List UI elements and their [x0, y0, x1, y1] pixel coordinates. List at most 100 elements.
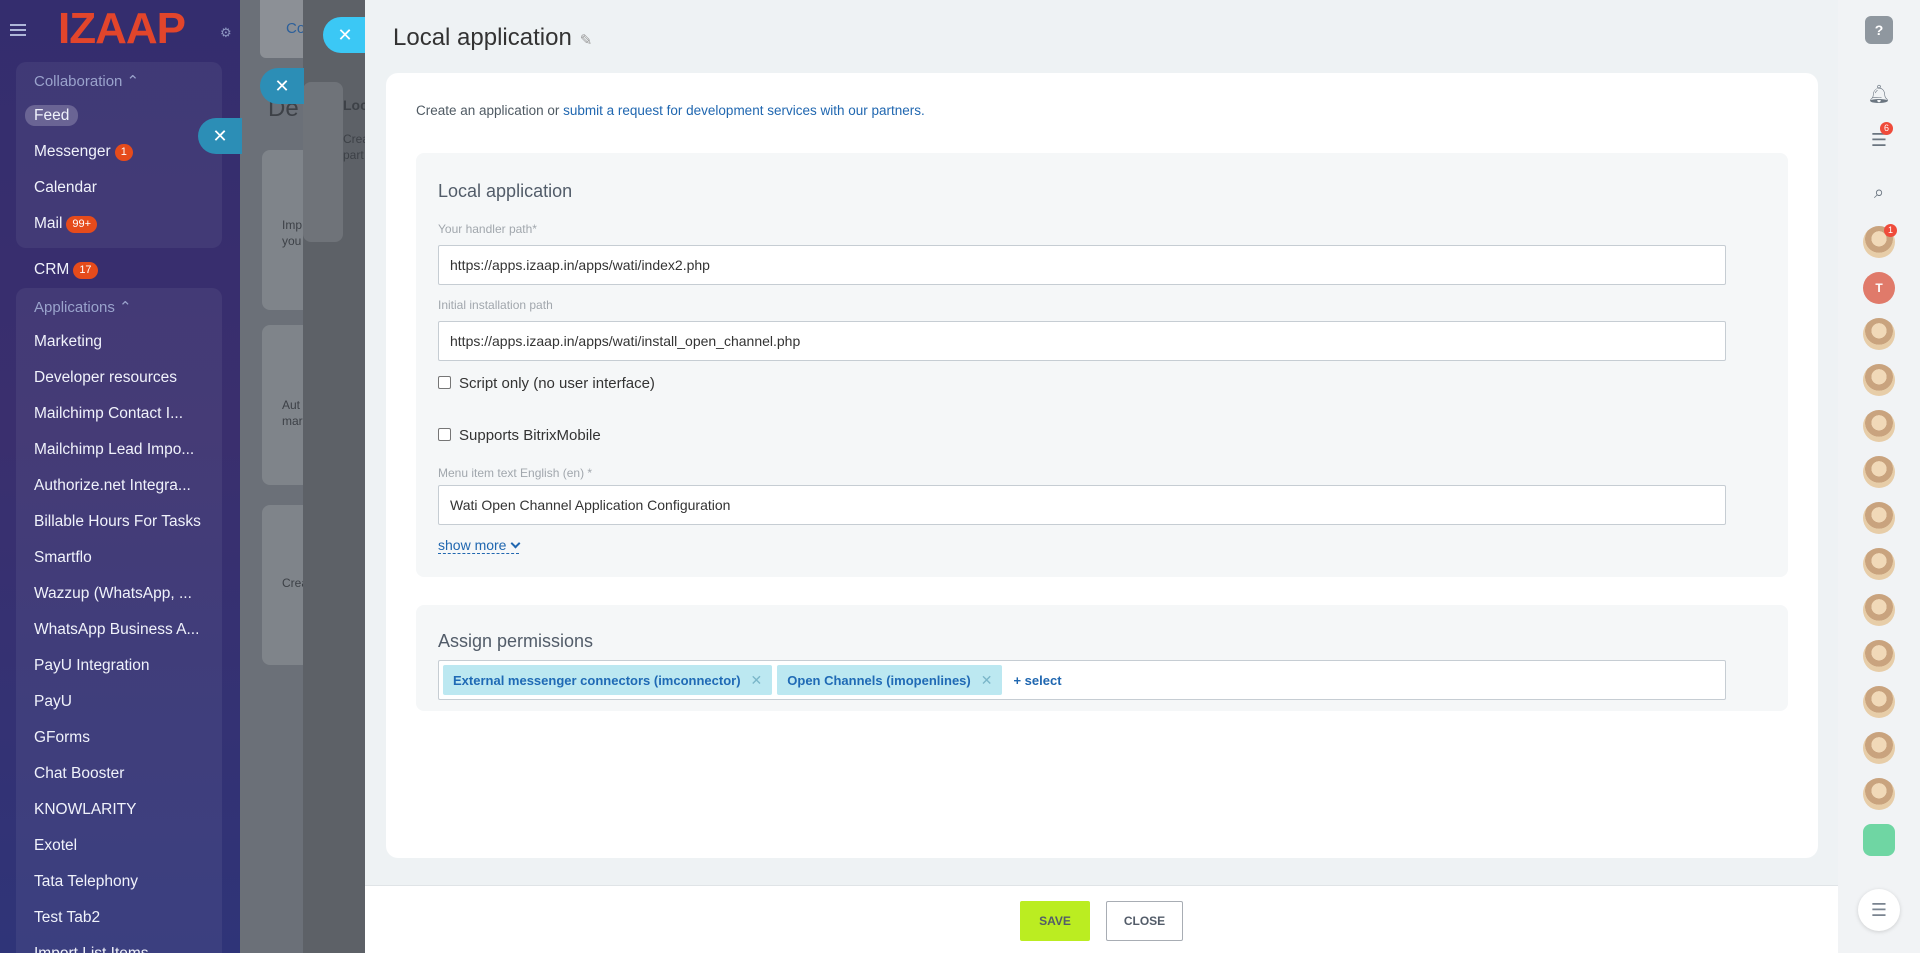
- local-application-panel: Local application ✎ Create an application…: [365, 0, 1838, 953]
- background-card-text: Imp: [282, 218, 303, 232]
- permissions-selector[interactable]: External messenger connectors (imconnect…: [438, 660, 1726, 700]
- panel-content: Create an application or submit a reques…: [386, 73, 1818, 858]
- background-card-text: part: [343, 148, 364, 162]
- show-more-label: show more: [438, 537, 507, 553]
- background-card-text: mar: [282, 414, 303, 428]
- close-icon: ✕: [274, 76, 290, 96]
- sidebar-item-app[interactable]: Mailchimp Contact I...: [16, 396, 222, 432]
- avatar[interactable]: [1863, 732, 1895, 764]
- mail-count-badge: 99+: [66, 216, 98, 233]
- script-only-label: Script only (no user interface): [459, 375, 655, 392]
- sidebar-item-calendar[interactable]: Calendar: [16, 170, 222, 206]
- save-button[interactable]: SAVE: [1020, 901, 1090, 941]
- avatar[interactable]: T: [1863, 272, 1895, 304]
- collaboration-group: Collaboration ⌃ Feed Messenger 1 Calendar…: [16, 62, 222, 248]
- mobile-support-option[interactable]: Supports BitrixMobile: [438, 427, 601, 444]
- sidebar-item-app[interactable]: GForms: [16, 720, 222, 756]
- add-permission-link[interactable]: + select: [1013, 666, 1061, 696]
- permissions-section: Assign permissions External messenger co…: [416, 605, 1788, 711]
- avatar[interactable]: [1863, 456, 1895, 488]
- collaboration-group-title[interactable]: Collaboration ⌃: [16, 68, 222, 98]
- sidebar-item-mail[interactable]: Mail 99+: [16, 206, 222, 242]
- pencil-icon[interactable]: ✎: [580, 31, 593, 49]
- sidebar-header: IZAAP ⚙: [0, 0, 240, 62]
- section-title: Local application: [438, 181, 573, 201]
- mobile-support-checkbox[interactable]: [438, 428, 451, 441]
- script-only-checkbox[interactable]: [438, 376, 451, 389]
- handler-path-label: Your handler path*: [438, 222, 537, 236]
- right-rail: ? 🔔︎ ☰ 6 ⌕ 1 T ☰: [1838, 0, 1920, 953]
- settings-sliders-icon[interactable]: ⚙: [220, 25, 232, 41]
- close-icon: ✕: [337, 25, 353, 45]
- intro-text: Create an application or submit a reques…: [416, 103, 925, 118]
- avatar[interactable]: [1863, 594, 1895, 626]
- avatar[interactable]: [1863, 640, 1895, 672]
- sidebar-item-app[interactable]: Authorize.net Integra...: [16, 468, 222, 504]
- sidebar-item-app[interactable]: Exotel: [16, 828, 222, 864]
- background-slider-edge: Loc Crea part: [303, 0, 369, 953]
- avatar-badge: 1: [1884, 224, 1897, 237]
- sidebar-item-app[interactable]: Tata Telephony: [16, 864, 222, 900]
- search-icon[interactable]: ⌕: [1863, 176, 1895, 208]
- sidebar-item-app[interactable]: PayU: [16, 684, 222, 720]
- group-chat-icon[interactable]: [1863, 824, 1895, 856]
- close-slider-button[interactable]: ✕: [323, 17, 367, 53]
- permission-tag: External messenger connectors (imconnect…: [443, 665, 773, 695]
- script-only-option[interactable]: Script only (no user interface): [438, 375, 655, 392]
- close-button[interactable]: CLOSE: [1106, 901, 1183, 941]
- close-slider-button[interactable]: ✕: [198, 118, 242, 154]
- avatar[interactable]: [1863, 686, 1895, 718]
- menu-text-label: Menu item text English (en) *: [438, 466, 593, 480]
- help-icon[interactable]: ?: [1865, 16, 1893, 44]
- background-card-text: Aut: [282, 398, 301, 412]
- remove-tag-icon[interactable]: ✕: [751, 672, 763, 688]
- panel-footer: SAVE CLOSE: [365, 885, 1838, 953]
- sidebar-item-app[interactable]: KNOWLARITY: [16, 792, 222, 828]
- sidebar-item-label: Mail: [34, 215, 63, 232]
- sidebar-item-app[interactable]: Billable Hours For Tasks: [16, 504, 222, 540]
- chevron-down-icon: [511, 538, 521, 549]
- bell-icon[interactable]: 🔔︎: [1863, 78, 1895, 110]
- panel-title: Local application ✎: [393, 24, 592, 52]
- sidebar-item-app[interactable]: Import List Items: [16, 936, 222, 953]
- sidebar-item-label: CRM: [34, 261, 70, 278]
- crm-count-badge: 17: [73, 262, 98, 279]
- sidebar-item-app[interactable]: Developer resources: [16, 360, 222, 396]
- permissions-title: Assign permissions: [438, 631, 594, 651]
- chat-count-badge: 6: [1880, 122, 1893, 135]
- avatar[interactable]: [1863, 502, 1895, 534]
- messenger-count-badge: 1: [114, 144, 133, 161]
- install-path-input[interactable]: https://apps.izaap.in/apps/wati/install_…: [438, 321, 1726, 361]
- sidebar-item-app[interactable]: Marketing: [16, 324, 222, 360]
- avatar[interactable]: [1863, 548, 1895, 580]
- avatar[interactable]: [1863, 364, 1895, 396]
- avatar[interactable]: [1863, 778, 1895, 810]
- sidebar-item-app[interactable]: Test Tab2: [16, 900, 222, 936]
- permission-tag-label: Open Channels (imopenlines): [787, 673, 971, 688]
- close-slider-button[interactable]: ✕: [260, 68, 304, 104]
- sidebar-item-app[interactable]: WhatsApp Business A...: [16, 612, 222, 648]
- sidebar-item-crm[interactable]: CRM 17: [16, 252, 222, 288]
- company-logo[interactable]: IZAAP: [58, 4, 186, 54]
- menu-icon[interactable]: [10, 24, 26, 36]
- avatar[interactable]: [1863, 410, 1895, 442]
- sidebar-item-messenger[interactable]: Messenger 1: [16, 134, 222, 170]
- show-more-link[interactable]: show more: [438, 537, 521, 554]
- intro-prefix: Create an application or: [416, 103, 564, 118]
- install-path-label: Initial installation path: [438, 298, 553, 312]
- remove-tag-icon[interactable]: ✕: [981, 672, 993, 688]
- sidebar-item-feed[interactable]: Feed: [16, 98, 222, 134]
- avatar[interactable]: [1863, 318, 1895, 350]
- sidebar-item-app[interactable]: Wazzup (WhatsApp, ...: [16, 576, 222, 612]
- local-application-section: Local application Your handler path* htt…: [416, 153, 1788, 577]
- list-menu-icon[interactable]: ☰: [1858, 889, 1900, 931]
- background-card: [303, 82, 343, 242]
- sidebar-item-app[interactable]: Mailchimp Lead Impo...: [16, 432, 222, 468]
- partners-request-link[interactable]: submit a request for development service…: [563, 103, 925, 118]
- handler-path-input[interactable]: https://apps.izaap.in/apps/wati/index2.p…: [438, 245, 1726, 285]
- sidebar-item-app[interactable]: PayU Integration: [16, 648, 222, 684]
- applications-group-title[interactable]: Applications ⌃: [16, 294, 222, 324]
- menu-text-input[interactable]: Wati Open Channel Application Configurat…: [438, 485, 1726, 525]
- sidebar-item-app[interactable]: Smartflo: [16, 540, 222, 576]
- sidebar-item-app[interactable]: Chat Booster: [16, 756, 222, 792]
